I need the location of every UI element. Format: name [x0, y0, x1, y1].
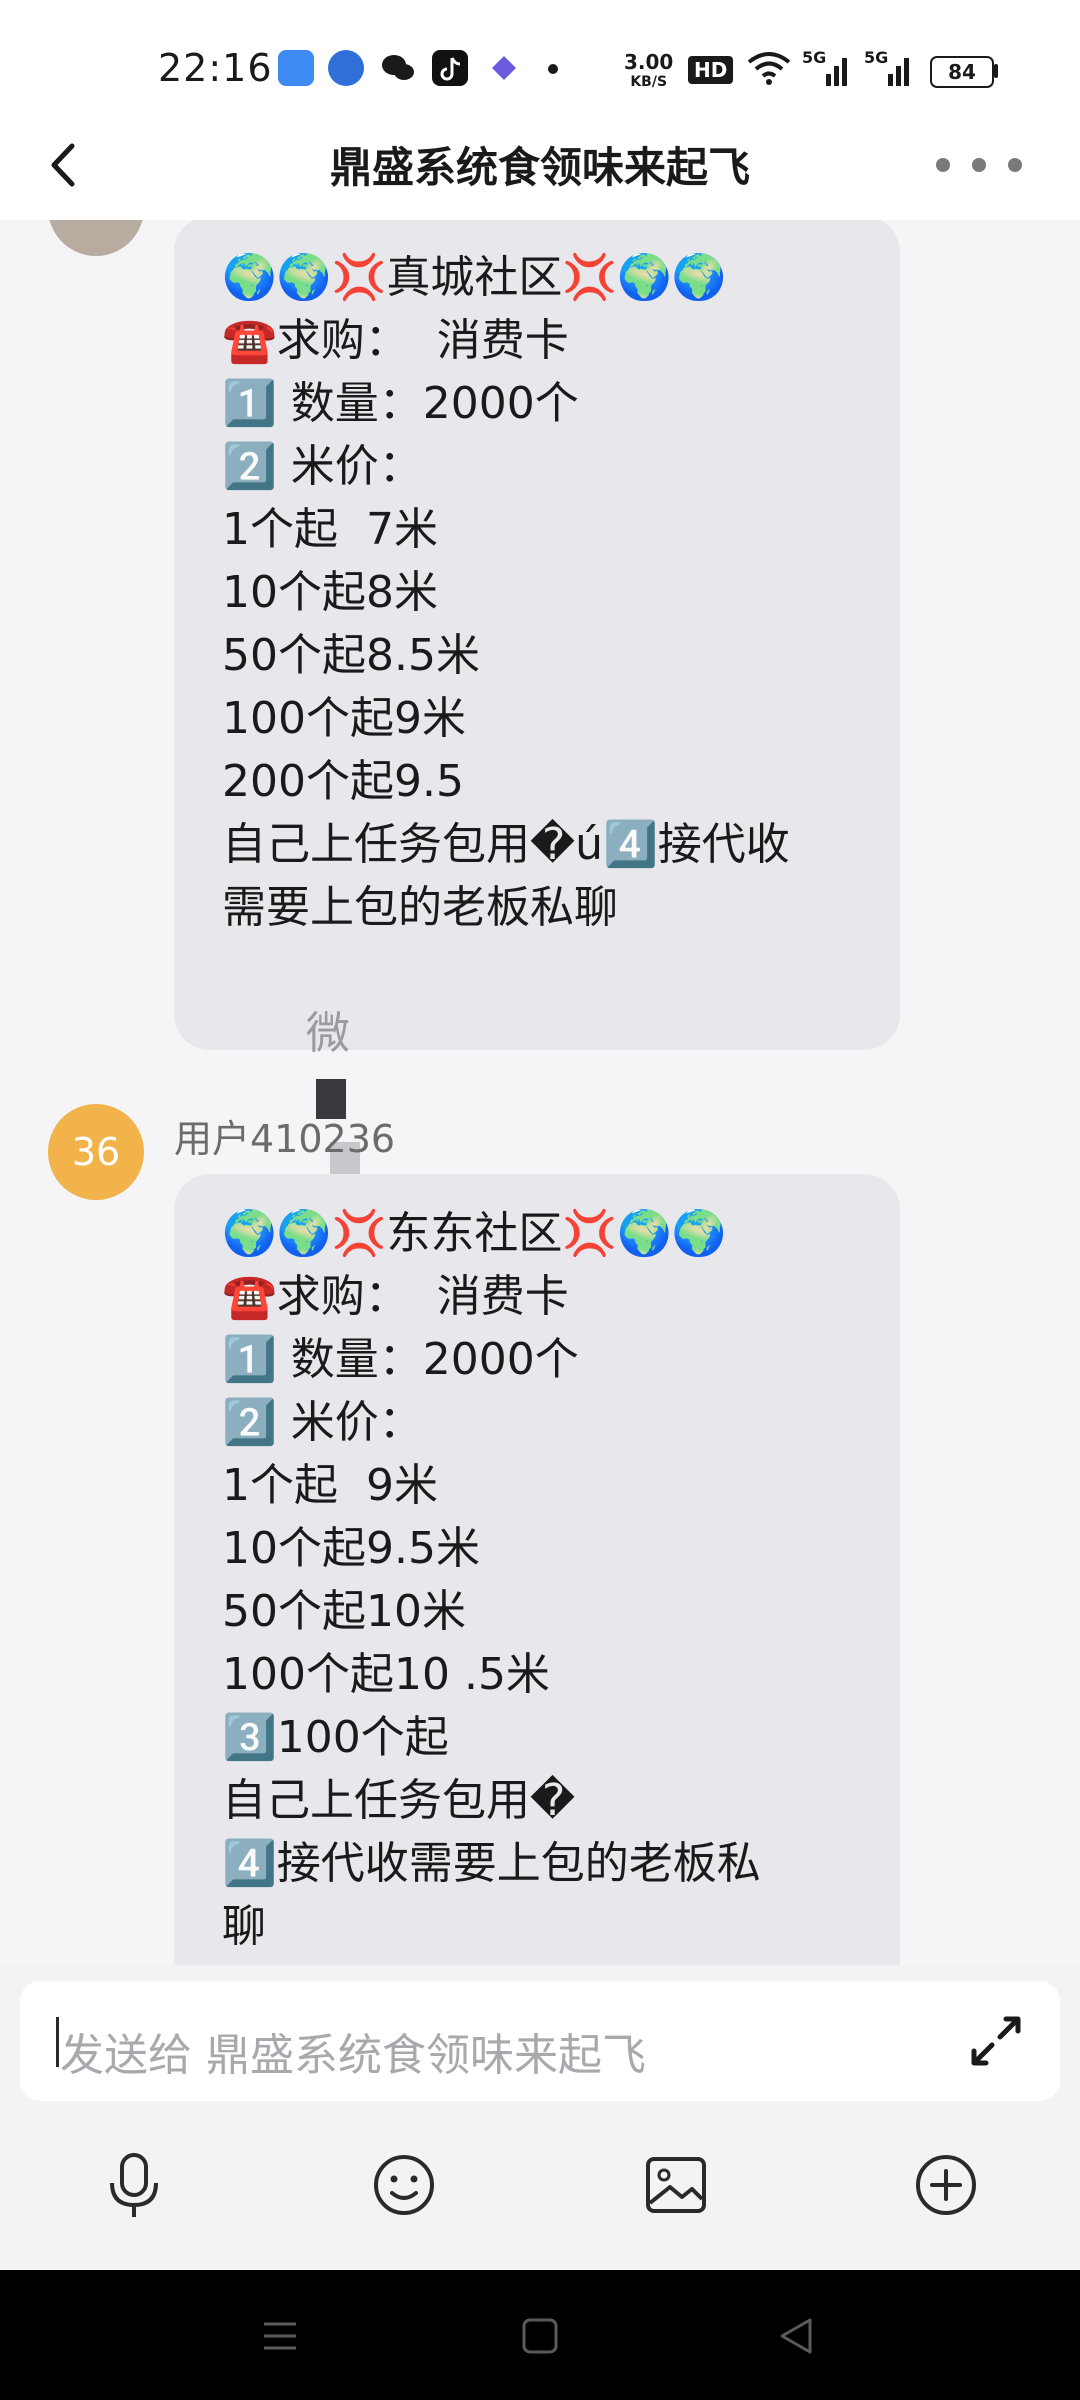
image-button[interactable] — [636, 2145, 716, 2225]
more-dot-icon — [972, 158, 986, 172]
back-triangle-icon — [780, 2318, 812, 2354]
message-line: 50个起8.5米 — [222, 630, 480, 681]
more-options-button[interactable] — [924, 144, 1034, 184]
hd-badge-text: HD — [694, 58, 728, 82]
sender-name: 用户410236 — [174, 1117, 396, 1161]
message-line: ☎️求购： 消费卡 — [222, 1271, 569, 1322]
voice-button[interactable] — [94, 2145, 174, 2225]
emoji-button[interactable] — [364, 2145, 444, 2225]
message-line: 需要上包的老板私聊 — [222, 882, 618, 933]
more-dot-icon — [1008, 158, 1022, 172]
battery-level: 84 — [948, 60, 976, 84]
message-line: 10个起8米 — [222, 567, 438, 618]
message-line: 🌍🌍💢真城社区💢🌍🌍 — [222, 252, 727, 303]
menu-icon — [264, 2322, 296, 2350]
hd-badge: HD — [688, 56, 734, 84]
message-line: 自己上任务包用� — [222, 1775, 576, 1826]
composer: 发送给 鼎盛系统食领味来起飞 — [0, 1965, 1080, 2270]
message-bubble[interactable]: 🌍🌍💢东东社区💢🌍🌍 ☎️求购： 消费卡 1️⃣ 数量：2000个 2️⃣ 米价… — [174, 1174, 900, 1965]
avatar[interactable] — [48, 220, 144, 256]
message-line: 4️⃣接代收需要上包的老板私 — [222, 1838, 761, 1889]
message-line: 3️⃣100个起 — [222, 1712, 449, 1763]
home-square-icon — [522, 2318, 558, 2354]
more-actions-button[interactable] — [906, 2145, 986, 2225]
system-nav-bar — [0, 2270, 1080, 2400]
diamond-app-icon — [486, 50, 522, 86]
home-button[interactable] — [518, 2314, 562, 2358]
status-bar: 22:16 3.00 KB/S HD 5G 5G 84 — [0, 0, 1080, 120]
message-line: ☎️求购： 消费卡 — [222, 315, 569, 366]
network-speed-unit: KB/S — [630, 74, 668, 90]
dot-icon — [548, 64, 558, 74]
chat-title: 鼎盛系统食领味来起飞 — [329, 143, 750, 192]
wifi-icon — [746, 50, 792, 91]
message-line: 200个起9.5 — [222, 756, 464, 807]
message-line: 1个起 7米 — [222, 504, 438, 555]
message-line: 100个起9米 — [222, 693, 466, 744]
message-line: 🌍🌍💢东东社区💢🌍🌍 — [222, 1208, 727, 1259]
expand-button[interactable] — [966, 2011, 1026, 2071]
battery-tip — [994, 64, 998, 78]
expand-icon — [971, 2016, 1021, 2066]
message-line: 聊 — [222, 1901, 266, 1952]
message-bubble[interactable]: 🌍🌍💢真城社区💢🌍🌍 ☎️求购： 消费卡 1️⃣ 数量：2000个 2️⃣ 米价… — [174, 220, 900, 1371]
back-nav-button[interactable] — [774, 2314, 818, 2358]
message-line: 1️⃣ 数量：2000个 — [222, 1334, 579, 1385]
battery-icon: 84 — [930, 56, 994, 88]
message-line: 50个起10米 — [222, 1586, 466, 1637]
network-speed: 3.00 KB/S — [624, 52, 673, 92]
input-placeholder: 发送给 鼎盛系统食领味来起飞 — [60, 2030, 646, 2081]
message-line: 10个起9.5米 — [222, 1523, 480, 1574]
message-line: 1个起 9米 — [222, 1460, 438, 1511]
more-dot-icon — [936, 158, 950, 172]
tiktok-icon — [432, 50, 468, 86]
emoji-icon — [374, 2155, 434, 2215]
vpn-app-icon — [328, 50, 364, 86]
microphone-icon — [110, 2153, 158, 2217]
image-icon — [646, 2157, 706, 2213]
avatar[interactable]: 36 — [48, 1104, 144, 1200]
avatar-text: 36 — [71, 1130, 121, 1174]
chat-header: 鼎盛系统食领味来起飞 — [0, 110, 1080, 220]
status-time: 22:16 — [158, 46, 273, 90]
message-line: 100个起10 .5米 — [222, 1649, 550, 1700]
chat-messages[interactable]: 🌍🌍💢真城社区💢🌍🌍 ☎️求购： 消费卡 1️⃣ 数量：2000个 2️⃣ 米价… — [0, 220, 1080, 1965]
message-line: 1️⃣ 数量：2000个 — [222, 378, 579, 429]
message-input[interactable]: 发送给 鼎盛系统食领味来起飞 — [20, 1981, 1060, 2101]
wechat-icon — [380, 50, 416, 86]
plus-icon — [916, 2155, 976, 2215]
recents-button[interactable] — [258, 2314, 302, 2358]
text-caret — [56, 2017, 59, 2067]
message-line: 自己上任务包用�ú4️⃣接代收 — [222, 819, 790, 870]
message-line: 2️⃣ 米价： — [222, 441, 423, 492]
network-speed-value: 3.00 — [624, 50, 674, 74]
blue-app-icon — [278, 50, 314, 86]
message-line: 微 — [305, 1008, 350, 1059]
message-line: 2️⃣ 米价： — [222, 1397, 423, 1448]
